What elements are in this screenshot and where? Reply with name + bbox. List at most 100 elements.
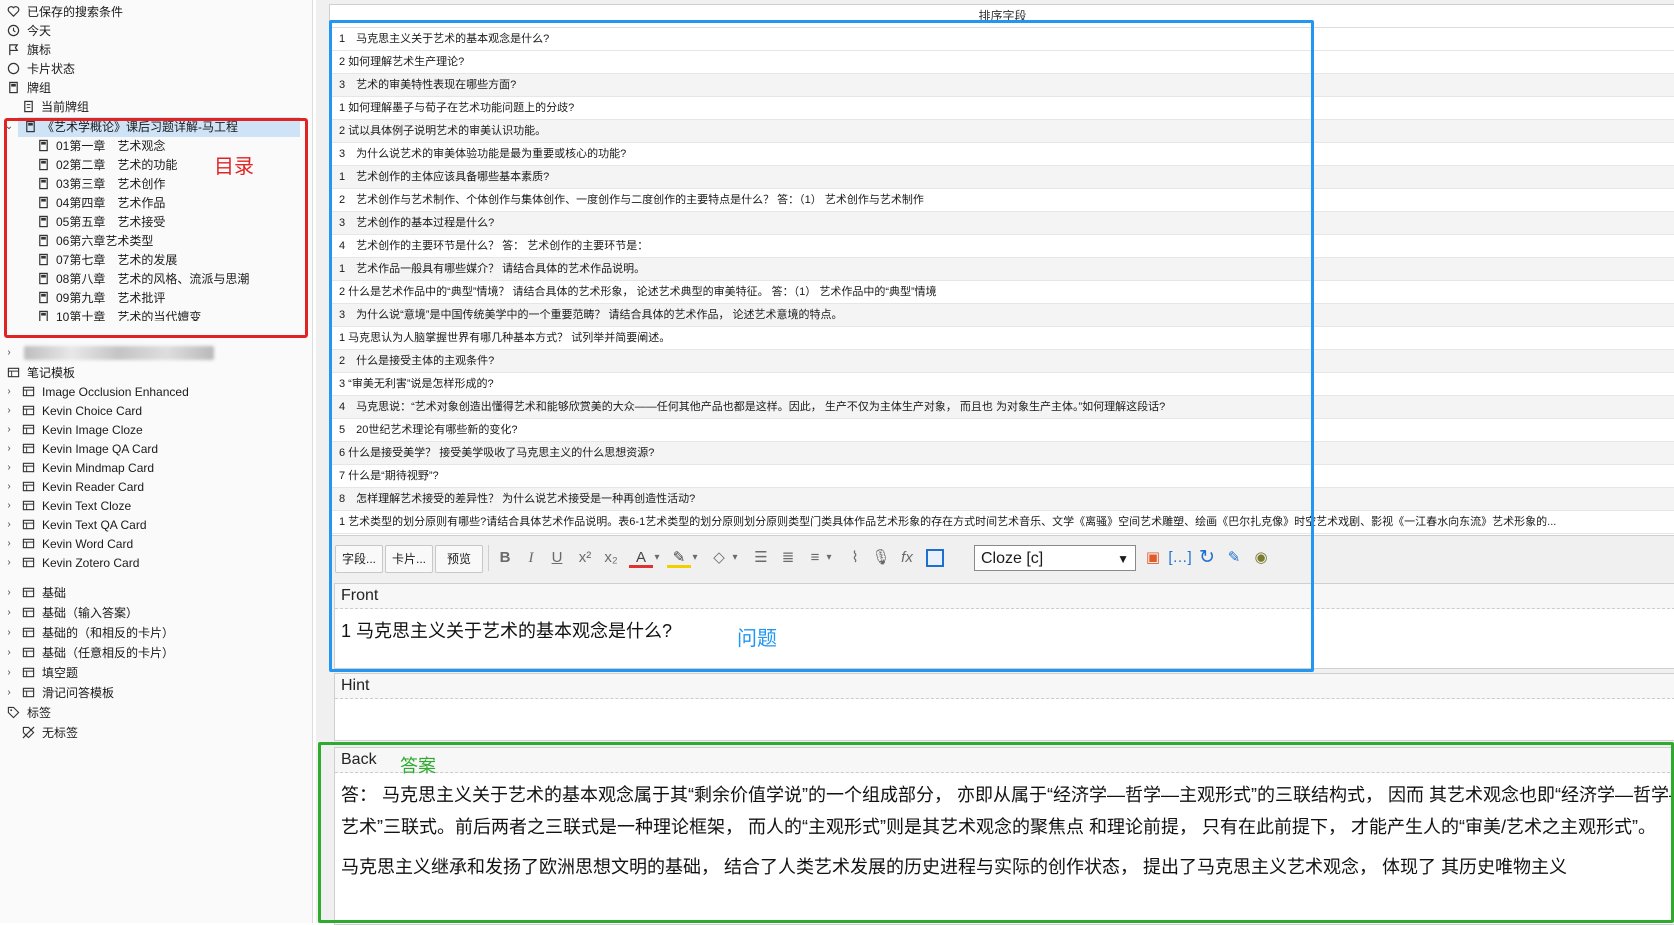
chevron-right-icon[interactable]: › bbox=[4, 553, 14, 573]
sidebar-item-saved-searches[interactable]: 已保存的搜索条件 bbox=[0, 2, 312, 22]
flag-icon bbox=[9, 44, 19, 56]
sidebar-item-today[interactable]: 今天 bbox=[0, 21, 312, 41]
sidebar-item-label: Kevin Zotero Card bbox=[42, 556, 140, 570]
sidebar-item-label: 今天 bbox=[27, 24, 52, 38]
chevron-right-icon[interactable]: › bbox=[4, 382, 14, 402]
chevron-right-icon[interactable]: › bbox=[4, 496, 14, 516]
sidebar-item-label: 无标签 bbox=[42, 726, 79, 740]
circle-icon bbox=[7, 62, 20, 75]
sidebar-item-note-type[interactable]: › Kevin Image Cloze bbox=[0, 420, 312, 440]
sidebar-item-note-type[interactable]: › Kevin Text QA Card bbox=[0, 515, 312, 535]
sidebar-item-note-type[interactable]: › Kevin Word Card bbox=[0, 534, 312, 554]
toc-annotation: 目录 bbox=[214, 156, 254, 178]
chevron-right-icon[interactable]: › bbox=[4, 663, 14, 683]
note-type-icon bbox=[22, 424, 35, 435]
sidebar-item-label: 填空题 bbox=[42, 666, 79, 680]
sidebar-item-note-type[interactable]: › Kevin Text Cloze bbox=[0, 496, 312, 516]
sidebar-item-note-type[interactable]: › 滑记问答模板 bbox=[0, 683, 312, 703]
sidebar: 已保存的搜索条件 今天 旗标 卡片状态 牌组 当前牌组 ⌄ 《艺术学概论》课后习… bbox=[0, 0, 313, 923]
hint-field-label: Hint bbox=[335, 674, 1674, 699]
sidebar-item-note-type[interactable]: › Kevin Image QA Card bbox=[0, 439, 312, 459]
sidebar-item-note-type[interactable]: › 填空题 bbox=[0, 663, 312, 683]
chevron-right-icon[interactable]: › bbox=[4, 458, 14, 478]
sidebar-item-note-type[interactable]: › Kevin Zotero Card bbox=[0, 553, 312, 573]
sidebar-item-note-type[interactable]: › 基础 bbox=[0, 583, 312, 603]
sidebar-item-decks[interactable]: 牌组 bbox=[0, 78, 312, 98]
sidebar-item-label: Kevin Word Card bbox=[42, 537, 134, 551]
clock-icon bbox=[7, 24, 20, 37]
hint-field[interactable]: Hint bbox=[334, 673, 1674, 741]
sidebar-item-label: 基础的（和相反的卡片） bbox=[42, 626, 175, 640]
note-type-icon bbox=[22, 587, 35, 598]
sidebar-item-note-types[interactable]: 笔记模板 bbox=[0, 363, 312, 383]
sidebar-item-label: 标签 bbox=[27, 706, 52, 720]
note-type-icon bbox=[22, 519, 35, 530]
sidebar-item-card-state[interactable]: 卡片状态 bbox=[0, 59, 312, 79]
chevron-right-icon[interactable]: › bbox=[4, 583, 14, 603]
chevron-right-icon[interactable]: › bbox=[4, 623, 14, 643]
note-type-icon bbox=[22, 627, 35, 638]
sidebar-item-no-tags[interactable]: 无标签 bbox=[0, 723, 312, 743]
sidebar-item-label: 已保存的搜索条件 bbox=[27, 5, 124, 19]
note-type-icon bbox=[22, 538, 35, 549]
note-type-icon bbox=[22, 557, 35, 568]
chevron-right-icon[interactable]: › bbox=[4, 343, 14, 363]
sidebar-item-flags[interactable]: 旗标 bbox=[0, 40, 312, 60]
sidebar-item-label: 基础 bbox=[42, 586, 67, 600]
sidebar-item-tags[interactable]: 标签 bbox=[0, 703, 312, 723]
note-type-icon bbox=[22, 687, 35, 698]
answer-highlight-box bbox=[318, 742, 1674, 923]
sidebar-item-label: Kevin Text Cloze bbox=[42, 499, 132, 513]
no-tag-icon bbox=[22, 726, 35, 739]
sidebar-item-note-type[interactable]: › 基础的（和相反的卡片） bbox=[0, 623, 312, 643]
deck-icon bbox=[9, 81, 18, 94]
sidebar-item-note-type[interactable]: › Image Occlusion Enhanced bbox=[0, 382, 312, 402]
sidebar-item-label: 基础（任意相反的卡片） bbox=[42, 646, 175, 660]
sidebar-item-label: 旗标 bbox=[27, 43, 52, 57]
sidebar-item-label: Kevin Image Cloze bbox=[42, 423, 143, 437]
sidebar-item-label: Kevin Mindmap Card bbox=[42, 461, 155, 475]
tag-icon bbox=[7, 706, 20, 719]
note-type-icon bbox=[22, 667, 35, 678]
chevron-right-icon[interactable]: › bbox=[4, 401, 14, 421]
chevron-right-icon[interactable]: › bbox=[4, 420, 14, 440]
note-type-icon bbox=[22, 443, 35, 454]
toc-highlight-box bbox=[4, 118, 308, 338]
note-type-icon bbox=[22, 647, 35, 658]
sidebar-item-note-type[interactable]: › Kevin Mindmap Card bbox=[0, 458, 312, 478]
sidebar-item-label: 笔记模板 bbox=[27, 366, 76, 380]
chevron-right-icon[interactable]: › bbox=[4, 515, 14, 535]
chevron-right-icon[interactable]: › bbox=[4, 534, 14, 554]
sidebar-item-label: 卡片状态 bbox=[27, 62, 76, 76]
note-type-icon bbox=[22, 607, 35, 618]
sidebar-item-label: 当前牌组 bbox=[41, 100, 90, 114]
note-type-icon bbox=[22, 405, 35, 416]
chevron-right-icon[interactable]: › bbox=[4, 439, 14, 459]
note-type-icon bbox=[22, 462, 35, 473]
sidebar-item-label: Kevin Image QA Card bbox=[42, 442, 159, 456]
sidebar-item-label: Kevin Text QA Card bbox=[42, 518, 147, 532]
sidebar-item-note-type[interactable]: › 基础（任意相反的卡片） bbox=[0, 643, 312, 663]
redacted-deck-name bbox=[24, 346, 214, 360]
sidebar-item-current-deck[interactable]: 当前牌组 bbox=[0, 97, 312, 117]
sidebar-item-label: Kevin Choice Card bbox=[42, 404, 143, 418]
chevron-right-icon[interactable]: › bbox=[4, 477, 14, 497]
sidebar-item-label: Kevin Reader Card bbox=[42, 480, 145, 494]
sidebar-item-label: 牌组 bbox=[27, 81, 52, 95]
heart-icon bbox=[7, 6, 20, 17]
sidebar-item-note-type[interactable]: › Kevin Choice Card bbox=[0, 401, 312, 421]
question-highlight-box bbox=[329, 20, 1314, 672]
sidebar-item-label: 滑记问答模板 bbox=[42, 686, 115, 700]
current-deck-icon bbox=[24, 100, 33, 113]
sidebar-item-note-type[interactable]: › Kevin Reader Card bbox=[0, 477, 312, 497]
chevron-right-icon[interactable]: › bbox=[4, 643, 14, 663]
chevron-right-icon[interactable]: › bbox=[4, 603, 14, 623]
note-type-icon bbox=[22, 500, 35, 511]
note-type-icon bbox=[22, 481, 35, 492]
hint-field-value[interactable] bbox=[335, 699, 1674, 711]
chevron-right-icon[interactable]: › bbox=[4, 683, 14, 703]
note-type-icon bbox=[7, 367, 20, 378]
sidebar-item-label: Image Occlusion Enhanced bbox=[42, 385, 189, 399]
sidebar-item-label: 基础（输入答案） bbox=[42, 606, 139, 620]
sidebar-item-note-type[interactable]: › 基础（输入答案） bbox=[0, 603, 312, 623]
